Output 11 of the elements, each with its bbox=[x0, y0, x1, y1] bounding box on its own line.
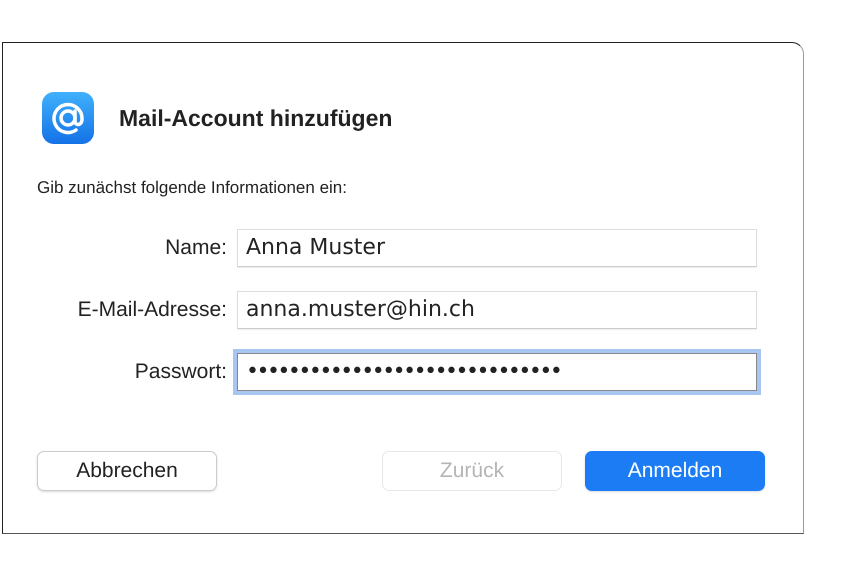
cancel-button[interactable]: Abbrechen bbox=[37, 450, 217, 490]
field-label: E-Mail-Adresse: bbox=[76, 296, 228, 323]
instruction-text: Gib zunächst folgende Informationen ein: bbox=[37, 177, 348, 199]
field-label: Passwort: bbox=[134, 358, 228, 385]
input-field[interactable]: •••••••••••••••••••••••••••••• bbox=[237, 352, 757, 390]
input-field[interactable]: Anna Muster bbox=[237, 228, 757, 266]
sign-in-button[interactable]: Anmelden bbox=[585, 450, 765, 490]
input-field[interactable]: anna.muster@hin.ch bbox=[237, 290, 757, 328]
field-label: Name: bbox=[164, 234, 228, 261]
at-sign-icon bbox=[41, 91, 95, 145]
dialog-title: Mail-Account hinzufügen bbox=[119, 104, 392, 133]
